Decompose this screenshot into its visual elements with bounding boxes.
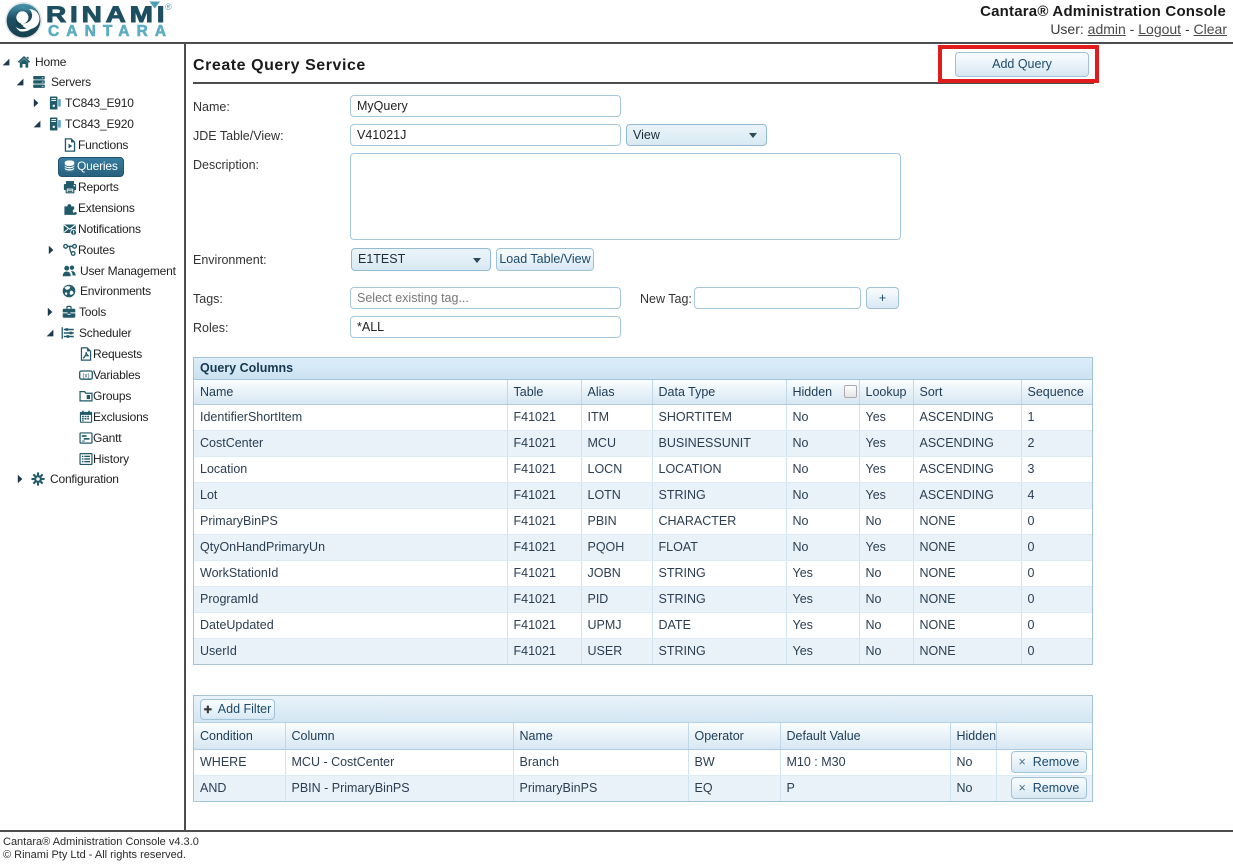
svg-text:(x): (x) — [82, 372, 89, 379]
